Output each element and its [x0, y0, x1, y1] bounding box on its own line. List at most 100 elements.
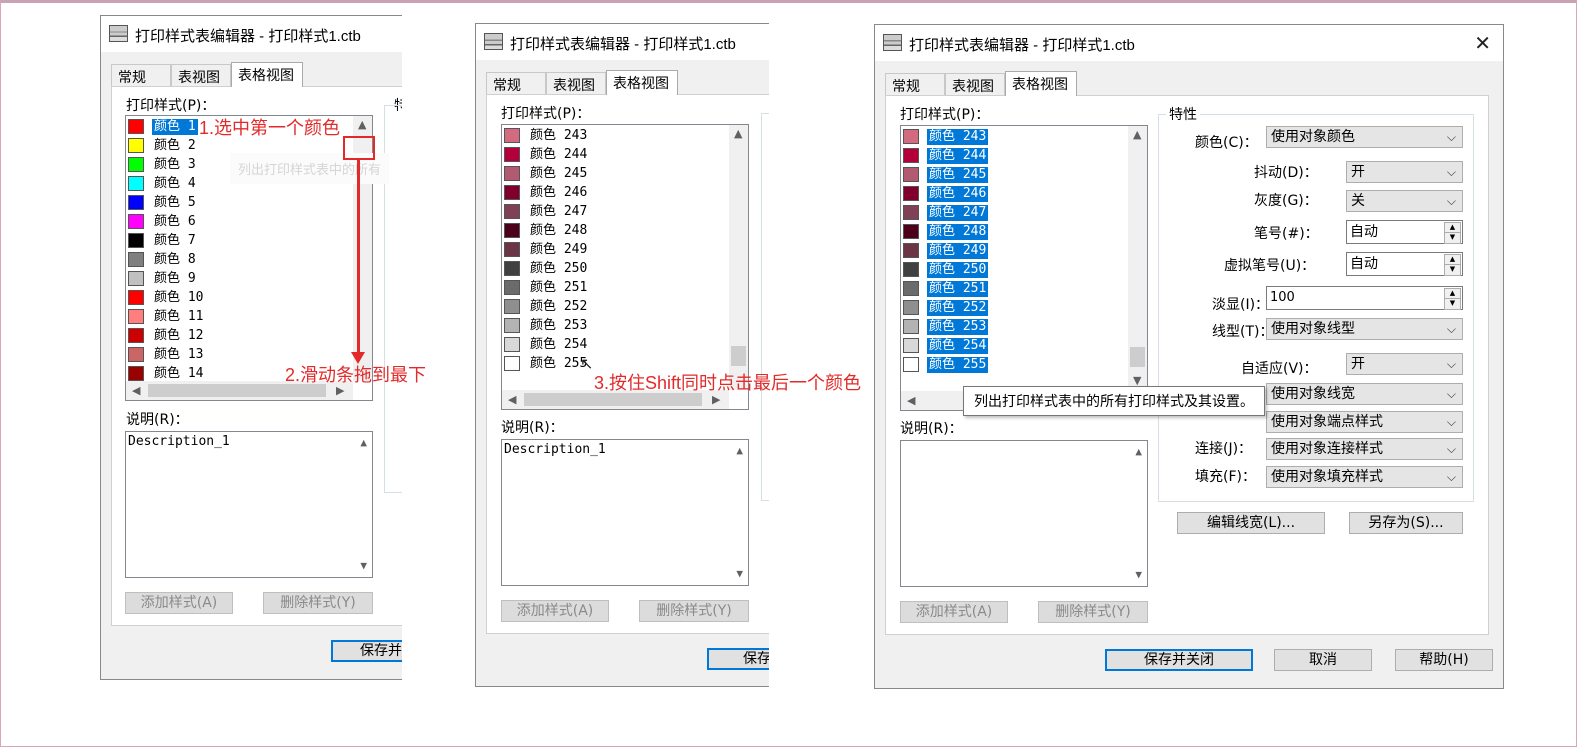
help-button[interactable]: 帮助(H): [1395, 649, 1493, 671]
list-item-label: 颜色 250: [530, 261, 588, 276]
color-swatch: [128, 195, 144, 210]
virtual-pen-spinner[interactable]: 自动 ▲ ▼: [1346, 252, 1463, 276]
screening-spinner[interactable]: 100 ▲ ▼: [1266, 286, 1463, 310]
delete-style-button[interactable]: 删除样式(Y): [263, 592, 373, 614]
save-close-button[interactable]: 保存并: [331, 640, 402, 662]
lineweight-select[interactable]: 使用对象线宽 ⌵: [1266, 383, 1463, 405]
description-textarea[interactable]: ▲ ▼: [900, 440, 1148, 587]
list-item-label: 颜色 251: [530, 280, 588, 295]
list-item-label: 颜色 9: [154, 271, 196, 286]
scroll-down-arrow[interactable]: ▼: [1135, 568, 1142, 582]
scroll-right-arrow[interactable]: ▶: [712, 393, 720, 407]
color-swatch: [504, 280, 520, 295]
save-as-button[interactable]: 另存为(S)...: [1349, 512, 1463, 534]
scroll-up-arrow[interactable]: ▲: [1133, 128, 1141, 142]
scroll-down-arrow[interactable]: ▼: [736, 567, 743, 581]
scroll-left-arrow[interactable]: ◀: [132, 384, 140, 398]
adaptive-select[interactable]: 开 ⌵: [1346, 353, 1463, 375]
tab-form-view[interactable]: 表格视图: [1005, 71, 1077, 96]
list-item-label: 颜色 13: [154, 347, 204, 362]
vertical-scrollbar[interactable]: ▲ ▼: [1128, 126, 1147, 391]
list-item-label: 颜色 2: [154, 138, 196, 153]
add-style-button[interactable]: 添加样式(A): [501, 600, 609, 622]
linetype-select[interactable]: 使用对象线型 ⌵: [1266, 318, 1463, 340]
color-select[interactable]: 使用对象颜色 ⌵: [1266, 126, 1463, 148]
join-label: 连接(J)：: [1195, 441, 1253, 457]
add-style-button[interactable]: 添加样式(A): [900, 601, 1008, 623]
tab-table-view[interactable]: 表视图: [945, 73, 1005, 95]
color-swatch: [128, 176, 144, 191]
color-swatch: [504, 128, 520, 143]
tab-general[interactable]: 常规: [486, 72, 546, 94]
scroll-up-arrow[interactable]: ▲: [360, 436, 367, 450]
tab-general[interactable]: 常规: [885, 73, 945, 95]
dither-select[interactable]: 开 ⌵: [1346, 161, 1463, 183]
list-item-label: 颜色 11: [154, 309, 204, 324]
tab-panel: 打印样式(P)： 颜色 243 颜色 244 颜色 245 颜色 246 颜色 247 颜…: [486, 94, 769, 634]
title-bar: 打印样式表编辑器 - 打印样式1.ctb: [101, 16, 402, 52]
scroll-down-arrow[interactable]: ▼: [360, 559, 367, 573]
description-textarea[interactable]: Description_1 ▲ ▼: [125, 431, 373, 578]
save-close-button[interactable]: 保存并关闭: [1105, 649, 1253, 671]
description-textarea[interactable]: Description_1 ▲ ▼: [501, 439, 749, 586]
printer-style-icon: [883, 34, 902, 51]
fill-label: 填充(F)：: [1195, 469, 1256, 485]
delete-style-button[interactable]: 删除样式(Y): [639, 600, 749, 622]
spin-down-icon[interactable]: ▼: [1444, 264, 1461, 276]
close-icon[interactable]: ✕: [1474, 31, 1491, 55]
print-style-list[interactable]: 颜色 243 颜色 244 颜色 245 颜色 246 颜色 247 颜色 248 颜色 2…: [900, 125, 1148, 411]
scroll-up-arrow[interactable]: ▲: [736, 444, 743, 458]
scroll-up-arrow[interactable]: ▲: [734, 127, 742, 141]
end-style-select[interactable]: 使用对象端点样式 ⌵: [1266, 411, 1463, 433]
list-item-label: 颜色 7: [154, 233, 196, 248]
list-item-label: 颜色 245: [530, 166, 588, 181]
chevron-down-icon: ⌵: [1446, 130, 1456, 144]
tab-general[interactable]: 常规: [111, 64, 171, 86]
list-item-label: 颜色 1: [152, 119, 198, 135]
delete-style-button[interactable]: 删除样式(Y): [1038, 601, 1148, 623]
list-item-label: 颜色 243: [927, 129, 989, 145]
edit-lineweight-button[interactable]: 编辑线宽(L)...: [1177, 512, 1325, 534]
list-item-label: 颜色 253: [530, 318, 588, 333]
pen-number-spinner[interactable]: 自动 ▲ ▼: [1346, 220, 1463, 244]
vertical-scroll-thumb[interactable]: [731, 346, 746, 366]
annotation-step1: 1.选中第一个颜色: [199, 118, 341, 138]
description-label: 说明(R)：: [501, 420, 564, 436]
color-swatch: [903, 167, 919, 182]
spin-down-icon[interactable]: ▼: [1444, 298, 1461, 310]
save-close-button[interactable]: 保存: [707, 648, 769, 670]
list-item-label: 颜色 4: [154, 176, 196, 191]
list-item-label: 颜色 245: [927, 167, 989, 183]
tab-form-view[interactable]: 表格视图: [606, 70, 678, 95]
title-bar: 打印样式表编辑器 - 打印样式1.ctb ✕: [875, 25, 1503, 61]
list-item-label: 颜色 252: [530, 299, 588, 314]
list-item-label: 颜色 244: [530, 147, 588, 162]
scroll-left-arrow[interactable]: ◀: [907, 394, 915, 408]
print-style-list[interactable]: 颜色 243 颜色 244 颜色 245 颜色 246 颜色 247 颜色 248 颜色 2…: [501, 124, 749, 410]
grayscale-value: 关: [1351, 193, 1365, 209]
tab-table-view[interactable]: 表视图: [171, 64, 231, 86]
list-item-label: 颜色 10: [154, 290, 204, 305]
color-label: 颜色(C)：: [1195, 135, 1258, 151]
scroll-up-arrow[interactable]: ▲: [358, 118, 366, 132]
color-swatch: [903, 319, 919, 334]
list-item-label: 颜色 248: [927, 224, 989, 240]
cancel-button[interactable]: 取消: [1274, 649, 1372, 671]
vertical-scroll-thumb[interactable]: [1130, 347, 1145, 367]
vertical-scrollbar[interactable]: ▲: [729, 125, 748, 390]
spin-down-icon[interactable]: ▼: [1444, 232, 1461, 244]
list-item-label: 颜色 244: [927, 148, 989, 164]
scroll-up-arrow[interactable]: ▲: [1135, 445, 1142, 459]
list-item-label: 颜色 249: [530, 242, 588, 257]
tab-table-view[interactable]: 表视图: [546, 72, 606, 94]
description-label: 说明(R)：: [900, 421, 963, 437]
dither-label: 抖动(D)：: [1254, 165, 1318, 181]
add-style-button[interactable]: 添加样式(A): [125, 592, 233, 614]
color-swatch: [903, 205, 919, 220]
fill-select[interactable]: 使用对象填充样式 ⌵: [1266, 466, 1463, 488]
tab-form-view[interactable]: 表格视图: [231, 62, 303, 87]
scroll-left-arrow[interactable]: ◀: [508, 393, 516, 407]
fill-value: 使用对象填充样式: [1271, 469, 1383, 485]
join-select[interactable]: 使用对象连接样式 ⌵: [1266, 438, 1463, 460]
grayscale-select[interactable]: 关 ⌵: [1346, 190, 1463, 212]
